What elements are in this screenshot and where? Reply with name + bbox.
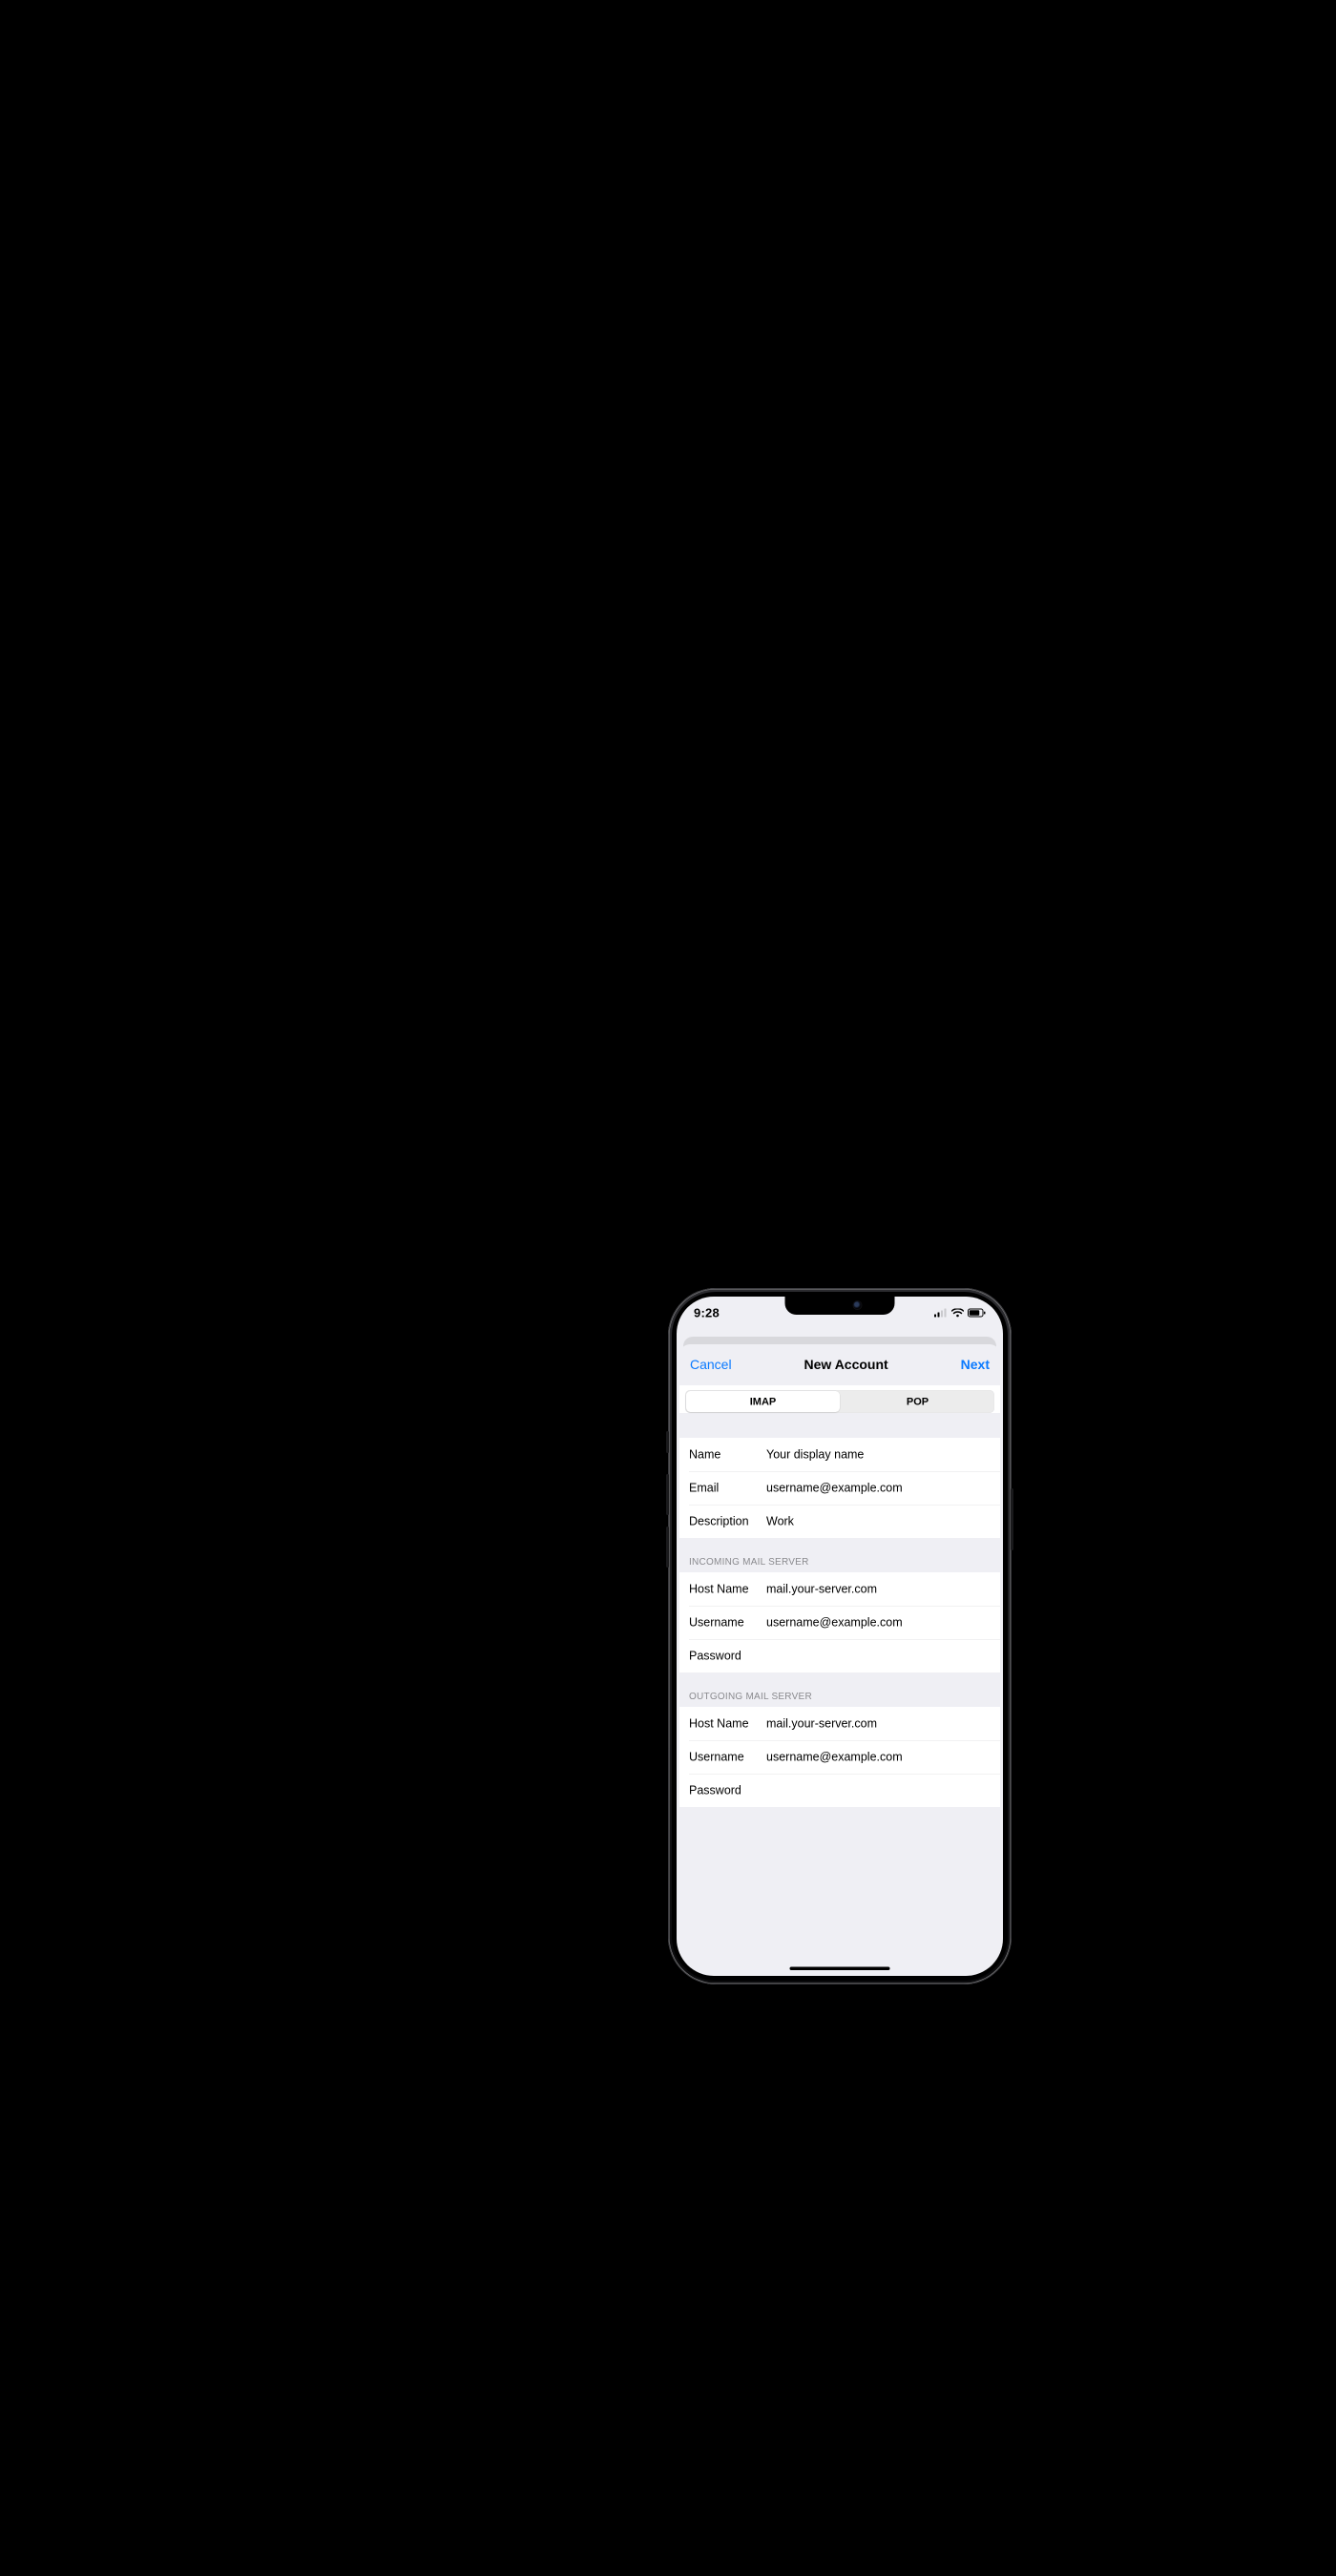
next-button[interactable]: Next xyxy=(961,1358,990,1373)
label-outgoing-password: Password xyxy=(689,1784,765,1798)
row-incoming-username[interactable]: Username xyxy=(689,1606,1000,1639)
row-incoming-password[interactable]: Password xyxy=(689,1639,1000,1672)
sheet-title: New Account xyxy=(804,1358,888,1373)
input-outgoing-host[interactable] xyxy=(765,1716,1000,1732)
new-account-sheet: Cancel New Account Next IMAP POP xyxy=(679,1344,1000,1972)
segment-imap[interactable]: IMAP xyxy=(686,1391,840,1412)
status-time: 9:28 xyxy=(694,1305,720,1320)
row-email[interactable]: Email xyxy=(689,1471,1000,1505)
side-button-volume-up xyxy=(666,1474,669,1515)
below-spacer xyxy=(679,1807,1000,1874)
battery-icon xyxy=(968,1309,986,1318)
row-name[interactable]: Name xyxy=(679,1438,1000,1471)
side-button-volume-down xyxy=(666,1527,669,1568)
incoming-header: INCOMING MAIL SERVER xyxy=(679,1538,1000,1572)
cancel-button[interactable]: Cancel xyxy=(690,1358,732,1373)
input-description[interactable] xyxy=(765,1514,1000,1529)
input-name[interactable] xyxy=(765,1447,1000,1463)
outgoing-header: OUTGOING MAIL SERVER xyxy=(679,1672,1000,1707)
label-description: Description xyxy=(689,1515,765,1529)
row-description[interactable]: Description xyxy=(689,1505,1000,1538)
side-button-silent xyxy=(666,1431,669,1453)
input-email[interactable] xyxy=(765,1481,1000,1496)
account-info-group: Name Email Description xyxy=(679,1438,1000,1538)
row-outgoing-username[interactable]: Username xyxy=(689,1740,1000,1774)
home-indicator[interactable] xyxy=(790,1967,890,1971)
cellular-signal-icon xyxy=(934,1309,948,1318)
phone-frame: 9:28 xyxy=(668,1288,1012,1984)
label-outgoing-host: Host Name xyxy=(689,1716,765,1731)
row-outgoing-host[interactable]: Host Name xyxy=(679,1707,1000,1740)
section-spacer xyxy=(679,1413,1000,1438)
row-incoming-host[interactable]: Host Name xyxy=(679,1572,1000,1606)
incoming-group: Host Name Username Password xyxy=(679,1572,1000,1672)
protocol-segmented-control[interactable]: IMAP POP xyxy=(685,1390,994,1413)
outgoing-group: Host Name Username Password xyxy=(679,1707,1000,1807)
side-button-power xyxy=(1011,1488,1013,1550)
input-outgoing-username[interactable] xyxy=(765,1750,1000,1765)
label-incoming-password: Password xyxy=(689,1650,765,1664)
label-outgoing-username: Username xyxy=(689,1751,765,1765)
segment-pop[interactable]: POP xyxy=(841,1390,994,1413)
sheet-navbar: Cancel New Account Next xyxy=(679,1344,1000,1385)
row-outgoing-password[interactable]: Password xyxy=(689,1774,1000,1807)
front-camera-icon xyxy=(854,1301,862,1309)
input-incoming-password[interactable] xyxy=(765,1649,1000,1664)
input-incoming-host[interactable] xyxy=(765,1582,1000,1597)
label-name: Name xyxy=(689,1447,765,1462)
input-outgoing-password[interactable] xyxy=(765,1783,1000,1798)
notch xyxy=(785,1297,895,1315)
label-incoming-username: Username xyxy=(689,1616,765,1631)
label-email: Email xyxy=(689,1482,765,1496)
label-incoming-host: Host Name xyxy=(689,1582,765,1596)
wifi-icon xyxy=(951,1309,964,1318)
input-incoming-username[interactable] xyxy=(765,1615,1000,1631)
